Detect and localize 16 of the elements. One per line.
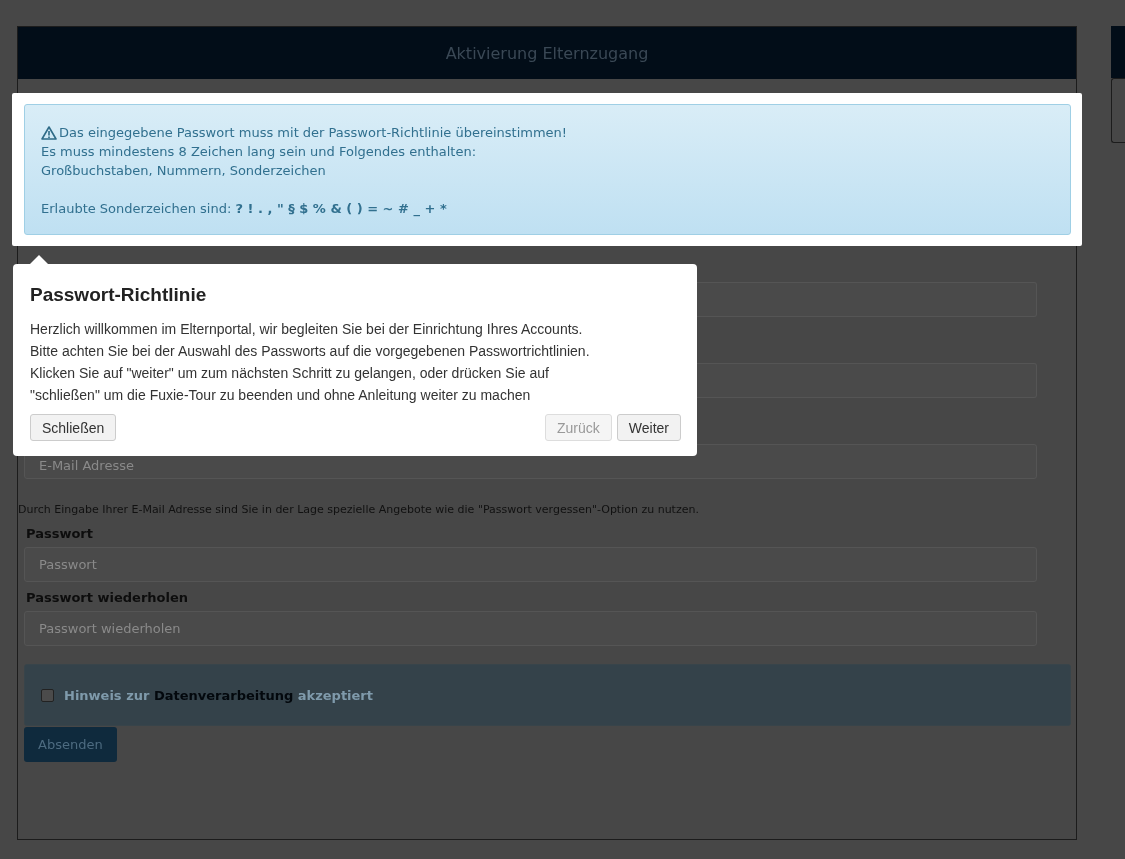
alert-text: Großbuchstaben, Nummern, Sonderzeichen	[41, 162, 326, 180]
popover-text: Herzlich willkommen im Elternportal, wir begleiten Sie bei der Einrichtung Ihres Accounts. Bitte achten Sie bei der Auswahl des Passworts auf die vorgegebenen Passwortrichtlinien. Klicken Sie auf "weiter" um zum nächsten Schritt zu gelangen, oder drücken Sie auf "schließen" um die Fuxie-Tour zu beenden und ohne Anleitung weiter zu machen	[30, 320, 591, 405]
consent-label: Hinweis zur Datenverarbeitung akzeptiert	[64, 687, 373, 703]
panel-title: Aktivierung Elternzugang	[445, 43, 649, 63]
password-field[interactable]: Passwort wiederholen	[24, 611, 1037, 646]
alert-text: Es muss mindestens 8 Zeichen lang sein und Folgendes enthalten:	[41, 143, 477, 161]
consent-checkbox[interactable]	[41, 688, 54, 702]
field-label: Passwort	[26, 526, 94, 541]
password-field[interactable]: Passwort	[24, 547, 1037, 582]
tour-nav-button[interactable]: Weiter	[616, 414, 681, 441]
field-label: Passwort wiederholen	[26, 590, 190, 605]
alert-text: Das eingegebene Passwort muss mit der Passwort-Richtlinie übereinstimmen!	[59, 124, 568, 142]
popover-title: Passwort-Richtlinie	[30, 284, 208, 306]
warning-icon	[41, 125, 57, 140]
allowed-characters-text: Erlaubte Sonderzeichen sind: ? ! . , " § $ % & ( ) = ~ # _ + *	[41, 200, 448, 218]
close-button[interactable]: Schließen	[30, 414, 117, 441]
